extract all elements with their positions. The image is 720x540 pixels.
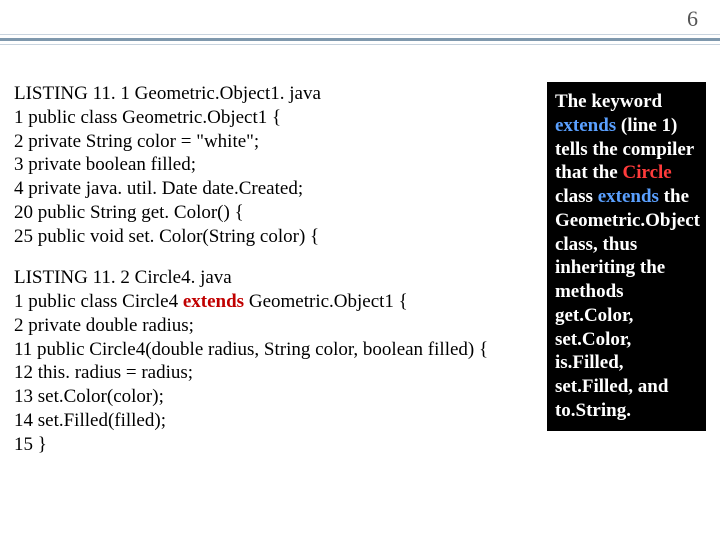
left-column: LISTING 11. 1 Geometric.Object1. java 1 …: [14, 82, 541, 526]
code-line: 13 set.Color(color);: [14, 385, 541, 409]
code-text: Geometric.Object1 {: [244, 291, 408, 312]
code-line: 14 set.Filled(filled);: [14, 409, 541, 433]
callout-keyword-extends: extends: [555, 115, 616, 136]
code-line: 20 public String get. Color() {: [14, 201, 541, 225]
code-line-extends: 1 public class Circle4 extends Geometric…: [14, 290, 541, 314]
code-line: 4 private java. util. Date date.Created;: [14, 177, 541, 201]
rule-thin: [0, 34, 720, 35]
callout-keyword-extends: extends: [598, 186, 659, 207]
code-line: 25 public void set. Color(String color) …: [14, 225, 541, 249]
slide: 6 LISTING 11. 1 Geometric.Object1. java …: [0, 0, 720, 540]
callout-text: the: [659, 186, 689, 207]
page-number: 6: [687, 6, 698, 32]
code-line: 2 private double radius;: [14, 314, 541, 338]
code-line: 2 private String color = "white";: [14, 130, 541, 154]
rule-thin: [0, 44, 720, 45]
code-line: 11 public Circle4(double radius, String …: [14, 338, 541, 362]
code-line: 15 }: [14, 433, 541, 457]
listing2-title: LISTING 11. 2 Circle4. java: [14, 266, 541, 290]
callout-class-circle: Circle: [623, 162, 672, 183]
code-line: 3 private boolean filled;: [14, 153, 541, 177]
callout-text: , thus inheriting the methods get.Color,…: [555, 234, 668, 421]
code-line: 1 public class Geometric.Object1 {: [14, 106, 541, 130]
listing1-title: LISTING 11. 1 Geometric.Object1. java: [14, 82, 541, 106]
callout-text: The keyword: [555, 91, 662, 112]
code-line: 12 this. radius = radius;: [14, 361, 541, 385]
body: LISTING 11. 1 Geometric.Object1. java 1 …: [14, 82, 706, 526]
callout-text: class: [555, 186, 598, 207]
spacer: [14, 248, 541, 266]
right-column: The keyword extends (line 1) tells the c…: [547, 82, 706, 526]
callout-box: The keyword extends (line 1) tells the c…: [547, 82, 706, 431]
rule-bold: [0, 38, 720, 41]
header-rules: [0, 34, 720, 48]
keyword-extends: extends: [183, 291, 244, 312]
code-text: 1 public class Circle4: [14, 291, 183, 312]
